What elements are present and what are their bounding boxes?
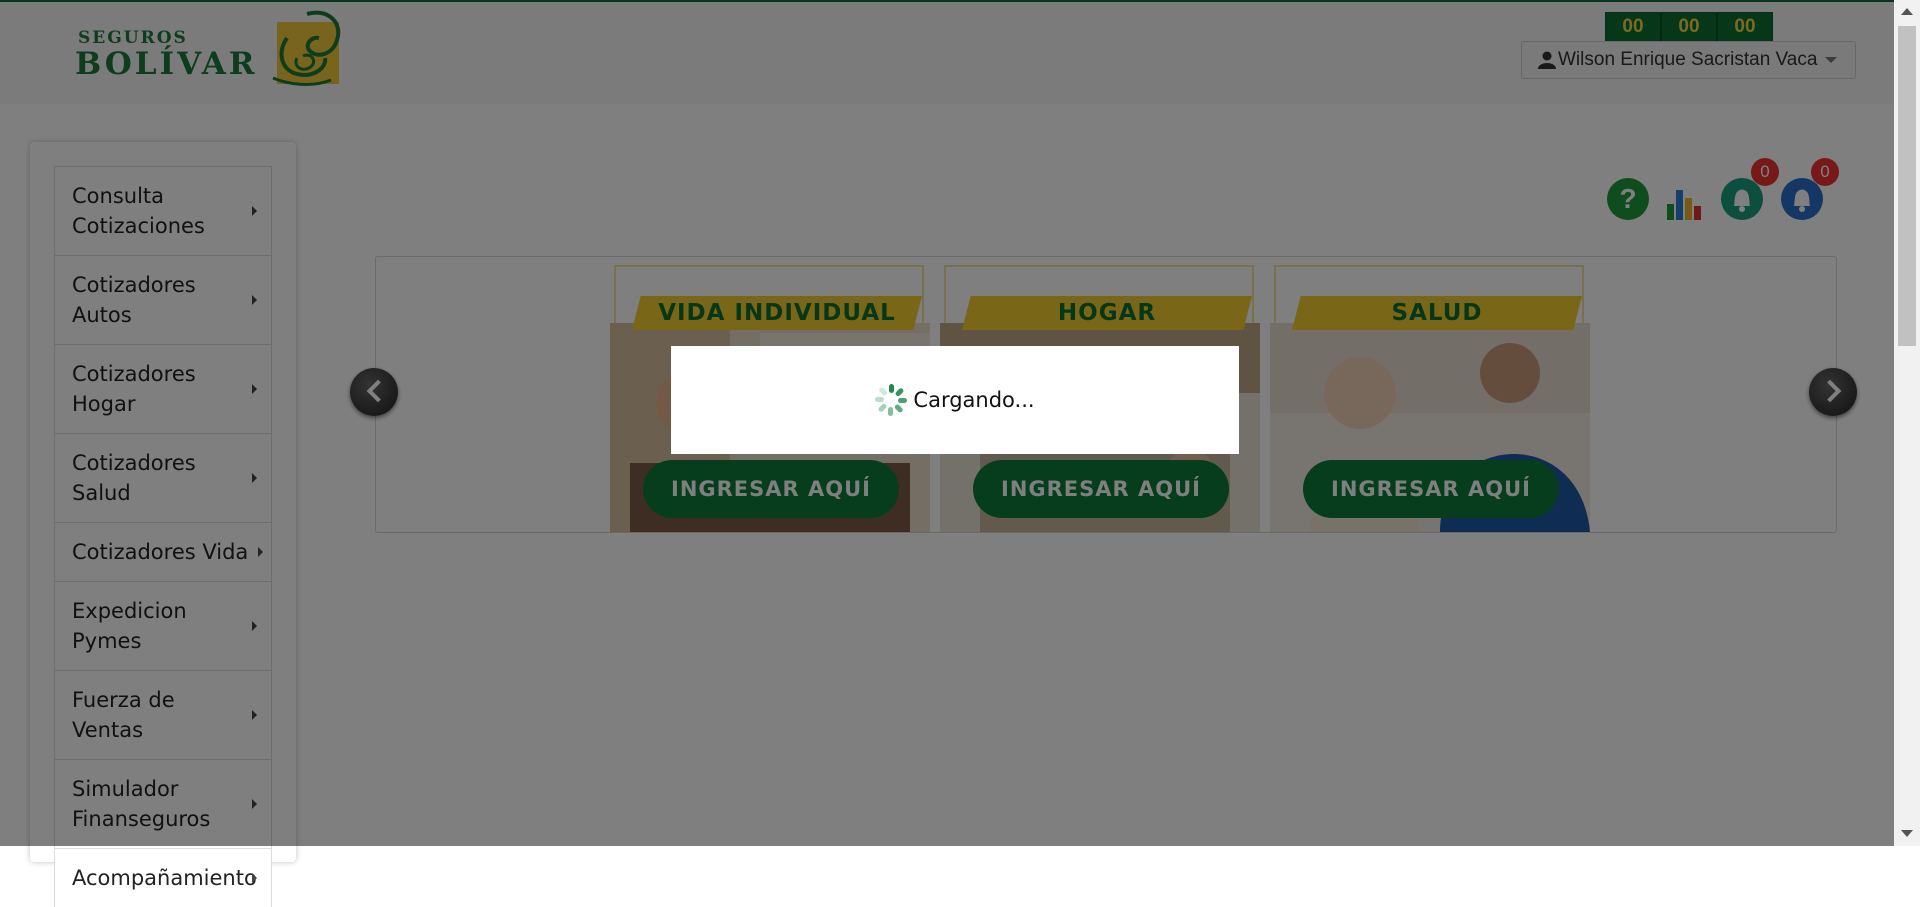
menu-item-acompanamiento[interactable]: Acompañamiento [54, 848, 272, 907]
loading-dialog: Cargando... [671, 346, 1239, 454]
scrollbar-thumb[interactable] [1898, 26, 1916, 346]
caret-right-icon [252, 873, 257, 883]
scroll-down-arrow-icon[interactable] [1901, 830, 1913, 837]
page-scrollbar[interactable] [1894, 0, 1920, 846]
loading-spinner-icon [875, 384, 908, 416]
menu-item-label: Acompañamiento [72, 866, 257, 890]
scroll-up-arrow-icon[interactable] [1901, 8, 1913, 15]
loading-text: Cargando... [913, 388, 1035, 412]
